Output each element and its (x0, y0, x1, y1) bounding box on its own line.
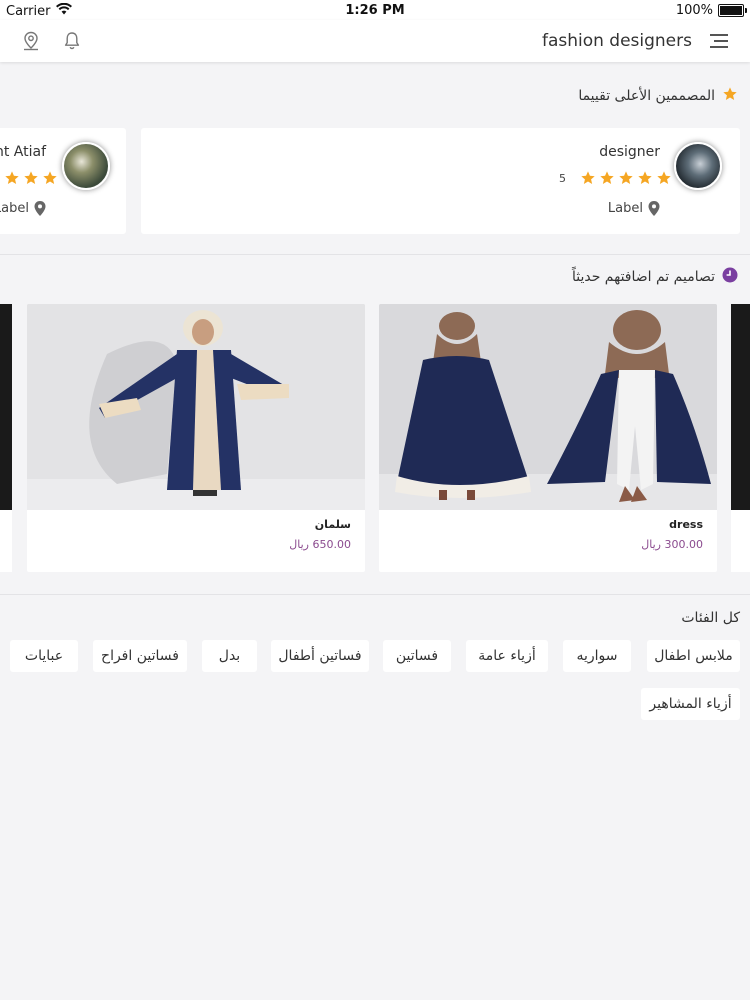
status-bar: Carrier 1:26 PM 100% (0, 0, 750, 20)
clock-time: 1:26 PM (345, 3, 405, 18)
star-icon (600, 171, 614, 184)
product-name: سلمان (314, 518, 351, 531)
star-icon (43, 171, 57, 184)
rating-stars (0, 170, 58, 186)
menu-icon[interactable] (710, 34, 728, 48)
category-chip[interactable]: فساتين (383, 640, 451, 672)
category-chip[interactable]: أزياء المشاهير (641, 688, 740, 720)
category-chip[interactable]: فساتين افراح (93, 640, 187, 672)
product-name: dress (669, 518, 703, 531)
location-label: Label (607, 201, 643, 216)
location-pin-icon (648, 201, 660, 216)
location-label: Label (0, 201, 29, 216)
category-chip[interactable]: سواريه (563, 640, 631, 672)
avatar (674, 142, 722, 190)
rating-stars (580, 170, 672, 186)
top-rated-header: المصممين الأعلى تقييما (578, 86, 738, 106)
category-chip[interactable]: ملابس اطفال (647, 640, 740, 672)
product-image (27, 304, 365, 510)
designer-card[interactable]: nt Atiaf Label (0, 128, 126, 234)
category-chip[interactable]: فساتين أطفال (271, 640, 369, 672)
category-chip[interactable]: بدل (202, 640, 257, 672)
battery-icon (718, 4, 747, 17)
designer-location: Label (0, 201, 46, 216)
product-card[interactable]: سلمان 650.00 ريال (27, 304, 365, 572)
product-price: 650.00 ريال (289, 538, 351, 551)
location-pin-icon[interactable] (22, 31, 40, 51)
top-rated-title: المصممين الأعلى تقييما (578, 88, 715, 104)
categories-title: كل الفئات (681, 610, 740, 626)
section-divider (0, 594, 750, 595)
designer-location: Label (608, 201, 660, 216)
battery-percent: 100% (675, 3, 713, 18)
designer-name: designer (599, 144, 660, 160)
star-icon (0, 170, 1, 186)
star-icon (657, 171, 671, 184)
recent-title: تصاميم تم اضافتهم حديثاً (571, 269, 715, 285)
designer-name: nt Atiaf (0, 144, 46, 160)
product-image (379, 304, 717, 510)
recent-header: تصاميم تم اضافتهم حديثاً (572, 267, 738, 287)
location-pin-icon (34, 201, 46, 216)
section-divider (0, 254, 750, 255)
star-icon (24, 171, 38, 184)
product-image (0, 304, 12, 510)
star-icon (638, 171, 652, 184)
product-image (731, 304, 750, 510)
page-title: fashion designers (541, 31, 692, 51)
product-price: 300.00 ريال (641, 538, 703, 551)
top-navbar: fashion designers (0, 20, 750, 62)
rating-value: 5 (559, 172, 566, 185)
bell-icon[interactable] (63, 31, 81, 51)
product-card-partial[interactable] (731, 304, 750, 572)
product-card[interactable]: dress 300.00 ريال (379, 304, 717, 572)
star-icon (581, 171, 595, 184)
product-card-partial[interactable] (0, 304, 12, 572)
star-icon (619, 171, 633, 184)
clock-icon (722, 267, 738, 287)
designer-card[interactable]: designer 5 Label (141, 128, 740, 234)
star-icon (722, 86, 738, 106)
avatar (62, 142, 110, 190)
star-icon (5, 171, 19, 184)
category-chip[interactable]: أزياء عامة (466, 640, 548, 672)
category-chip[interactable]: عبايات (10, 640, 78, 672)
